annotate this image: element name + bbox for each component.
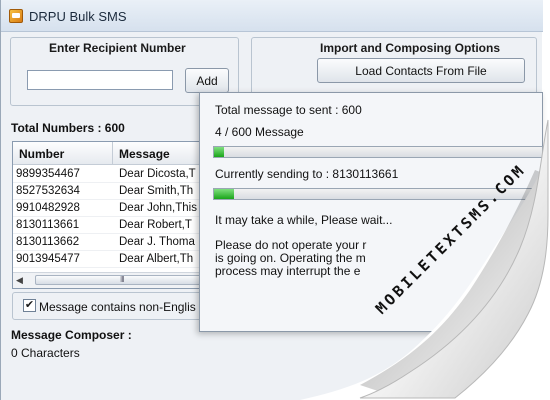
character-count: 0 Characters: [11, 346, 80, 360]
add-button[interactable]: Add: [185, 68, 229, 93]
check-icon: ✔: [24, 299, 35, 311]
sending-progress-dialog: Total message to sent : 600 4 / 600 Mess…: [199, 92, 543, 332]
overall-progress-fill: [214, 147, 224, 157]
message-count-text: 4 / 600 Message: [215, 125, 304, 139]
table-row[interactable]: 9013945477 Dear Albert,Th: [13, 251, 221, 268]
title-bar: DRPU Bulk SMS: [1, 0, 543, 32]
load-contacts-button[interactable]: Load Contacts From File: [317, 58, 525, 83]
table-header: Number Message: [13, 142, 221, 165]
cell-number: 8130113661: [16, 219, 80, 231]
cell-number: 8130113662: [16, 236, 80, 248]
main-window: DRPU Bulk SMS Enter Recipient Number Add…: [0, 0, 543, 400]
horizontal-scrollbar[interactable]: ◀ III: [13, 272, 221, 288]
cell-message: Dear John,This: [119, 202, 197, 214]
non-english-checkbox-label: Message contains non-Englis: [39, 300, 196, 314]
cell-message: Dear Smith,Th: [119, 185, 194, 197]
import-section-title: Import and Composing Options: [320, 41, 500, 55]
recipient-number-input[interactable]: [27, 70, 173, 90]
non-english-checkbox[interactable]: ✔: [23, 299, 36, 312]
app-sms-icon: [9, 9, 23, 23]
warning-line: process may interrupt the e: [215, 264, 361, 278]
current-progress-fill: [214, 189, 234, 199]
overall-progress-bar: [213, 146, 543, 158]
total-numbers-label: Total Numbers : 600: [11, 121, 125, 135]
message-composer-label: Message Composer :: [11, 328, 132, 342]
scrollbar-thumb[interactable]: [35, 275, 215, 285]
cell-number: 8527532634: [16, 185, 80, 197]
cell-number: 9013945477: [16, 253, 80, 265]
column-header-message[interactable]: Message: [119, 147, 170, 161]
table-row[interactable]: 8130113662 Dear J. Thoma: [13, 234, 221, 251]
cell-number: 9910482928: [16, 202, 80, 214]
wait-text: It may take a while, Please wait...: [215, 213, 393, 227]
current-recipient-text: Currently sending to : 8130113661: [215, 167, 399, 181]
cell-number: 9899354467: [16, 168, 80, 180]
column-header-number[interactable]: Number: [19, 147, 64, 161]
scroll-left-icon[interactable]: ◀: [16, 275, 23, 286]
column-divider: [112, 142, 113, 164]
cell-message: Dear J. Thoma: [119, 236, 195, 248]
total-message-text: Total message to sent : 600: [215, 103, 362, 117]
cell-message: Dear Robert,T: [119, 219, 192, 231]
cell-message: Dear Dicosta,T: [119, 168, 196, 180]
table-row[interactable]: 9910482928 Dear John,This: [13, 200, 221, 217]
recipients-table: Number Message 9899354467 Dear Dicosta,T …: [12, 141, 222, 289]
recipient-section-title: Enter Recipient Number: [49, 41, 186, 55]
scrollbar-grip: III: [120, 275, 125, 284]
table-row[interactable]: 8527532634 Dear Smith,Th: [13, 183, 221, 200]
warning-text: Please do not operate your r is going on…: [215, 239, 515, 278]
window-title: DRPU Bulk SMS: [29, 9, 127, 24]
table-row[interactable]: 9899354467 Dear Dicosta,T: [13, 166, 221, 183]
cell-message: Dear Albert,Th: [119, 253, 194, 265]
table-row[interactable]: 8130113661 Dear Robert,T: [13, 217, 221, 234]
